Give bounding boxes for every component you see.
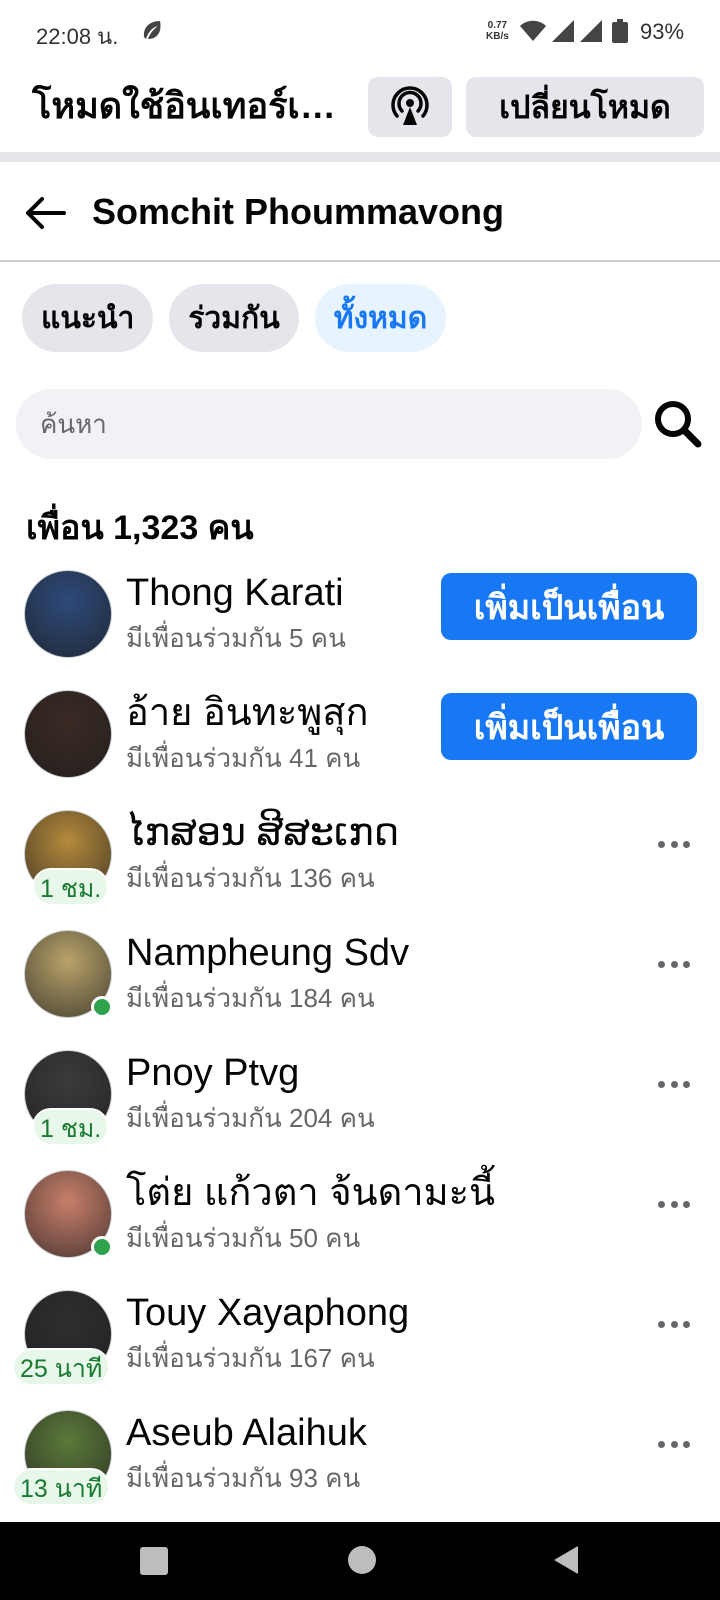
last-active-badge: 25 นาที	[12, 1348, 111, 1386]
mutual-friends: มีเพื่อนร่วมกัน 167 คน	[126, 1343, 375, 1373]
search-box	[16, 389, 642, 459]
more-options-icon[interactable]	[652, 1308, 696, 1340]
friend-name[interactable]: Thong Karati	[126, 570, 344, 616]
network-speed: 0.77 KB/s	[486, 20, 509, 42]
leaf-icon	[143, 21, 161, 39]
nav-header: Somchit Phoummavong	[0, 162, 720, 262]
friend-name[interactable]: Touy Xayaphong	[126, 1290, 409, 1336]
friend-name[interactable]: Aseub Alaihuk	[126, 1410, 367, 1456]
wifi-icon	[520, 20, 546, 41]
avatar[interactable]	[24, 690, 112, 778]
arrow-left-icon[interactable]	[22, 190, 68, 236]
mode-title: โหมดใช้อินเทอร์เน็ตฟรี	[32, 85, 348, 126]
speed-value: 0.77	[487, 20, 508, 31]
avatar[interactable]	[24, 570, 112, 658]
search-icon[interactable]	[652, 398, 704, 450]
mode-header: โหมดใช้อินเทอร์เน็ตฟรี เปลี่ยนโหมด	[0, 64, 720, 154]
friend-count: เพื่อน 1,323 คน	[26, 509, 254, 547]
friend-name[interactable]: อ้าย อินทะพูสุก	[126, 690, 369, 736]
broadcast-icon	[391, 86, 429, 125]
more-options-icon[interactable]	[652, 948, 696, 980]
chip-suggested[interactable]: แนะนำ	[22, 284, 154, 352]
mutual-friends: มีเพื่อนร่วมกัน 93 คน	[126, 1463, 361, 1493]
friend-row[interactable]: โต่ย แก้วตา จ้นดามะนี้มีเพื่อนร่วมกัน 50…	[0, 1170, 720, 1290]
more-options-icon[interactable]	[652, 1068, 696, 1100]
add-friend-button[interactable]: เพิ่มเป็นเพื่อน	[441, 573, 697, 640]
friend-row[interactable]: Touy Xayaphong มีเพื่อนร่วมกัน 167 คน 25 น…	[0, 1290, 720, 1410]
friend-name[interactable]: Pnoy Ptvg	[126, 1050, 299, 1096]
broadcast-button[interactable]	[368, 77, 452, 137]
chip-mutual[interactable]: ร่วมกัน	[169, 284, 299, 352]
more-options-icon[interactable]	[652, 1428, 696, 1460]
mutual-friends: มีเพื่อนร่วมกัน 136 คน	[126, 863, 375, 893]
divider	[0, 152, 720, 162]
online-status-dot	[91, 1236, 113, 1258]
friend-row[interactable]: Pnoy Ptvg มีเพื่อนร่วมกัน 204 คน 1 ชม.	[0, 1050, 720, 1170]
friend-name[interactable]: ໄກສອນ ສີສະເກດ	[126, 810, 399, 856]
more-options-icon[interactable]	[652, 828, 696, 860]
chip-all[interactable]: ทั้งหมด	[314, 284, 447, 352]
add-friend-button[interactable]: เพิ่มเป็นเพื่อน	[441, 693, 697, 760]
switch-mode-button[interactable]: เปลี่ยนโหมด	[466, 77, 704, 137]
search-input[interactable]	[16, 389, 642, 459]
mutual-friends: มีเพื่อนร่วมกัน 184 คน	[126, 983, 375, 1013]
mutual-friends: มีเพื่อนร่วมกัน 41 คน	[126, 743, 361, 773]
last-active-badge: 1 ชม.	[32, 1108, 110, 1146]
friend-row[interactable]: Aseub Alaihuk มีเพื่อนร่วมกัน 93 คน 13 นาท…	[0, 1410, 720, 1530]
system-nav-bar	[0, 1522, 720, 1600]
more-options-icon[interactable]	[652, 1188, 696, 1220]
friend-list: Thong Karati มีเพื่อนร่วมกัน 5 คน เพิ่มเป็…	[0, 570, 720, 1530]
home-icon[interactable]	[348, 1546, 376, 1574]
signal-icon	[580, 20, 602, 42]
mutual-friends: มีเพื่อนร่วมกัน 204 คน	[126, 1103, 375, 1133]
back-triangle-icon[interactable]	[552, 1544, 580, 1576]
friend-name[interactable]: Nampheung Sdv	[126, 930, 409, 976]
friend-row[interactable]: Thong Karati มีเพื่อนร่วมกัน 5 คน เพิ่มเป็…	[0, 570, 720, 690]
page-title: Somchit Phoummavong	[92, 191, 505, 232]
friend-row[interactable]: ໄກສອນ ສີສະເກດ มีเพื่อนร่วมกัน 136 คน 1 ชม.	[0, 810, 720, 930]
speed-unit: KB/s	[486, 31, 509, 42]
recents-icon[interactable]	[140, 1547, 168, 1575]
mutual-friends: มีเพื่อนร่วมกัน 5 คน	[126, 623, 346, 653]
online-status-dot	[91, 996, 113, 1018]
friend-row[interactable]: Nampheung Sdv มีเพื่อนร่วมกัน 184 คน	[0, 930, 720, 1050]
last-active-badge: 1 ชม.	[32, 868, 110, 906]
filter-chips: แนะนำ ร่วมกัน ทั้งหมด	[22, 284, 447, 352]
status-bar: 22:08 น. 0.77 KB/s 93%	[0, 0, 720, 64]
battery-percent: 93%	[640, 19, 685, 44]
last-active-badge: 13 นาที	[12, 1468, 111, 1506]
signal-icon	[552, 20, 574, 42]
mutual-friends: มีเพื่อนร่วมกัน 50 คน	[126, 1223, 361, 1253]
status-time: 22:08 น.	[36, 24, 119, 49]
friend-row[interactable]: อ้าย อินทะพูสุกมีเพื่อนร่วมกัน 41 คน เพิ่…	[0, 690, 720, 810]
battery-icon	[612, 19, 628, 43]
friend-name[interactable]: โต่ย แก้วตา จ้นดามะนี้	[126, 1170, 495, 1216]
